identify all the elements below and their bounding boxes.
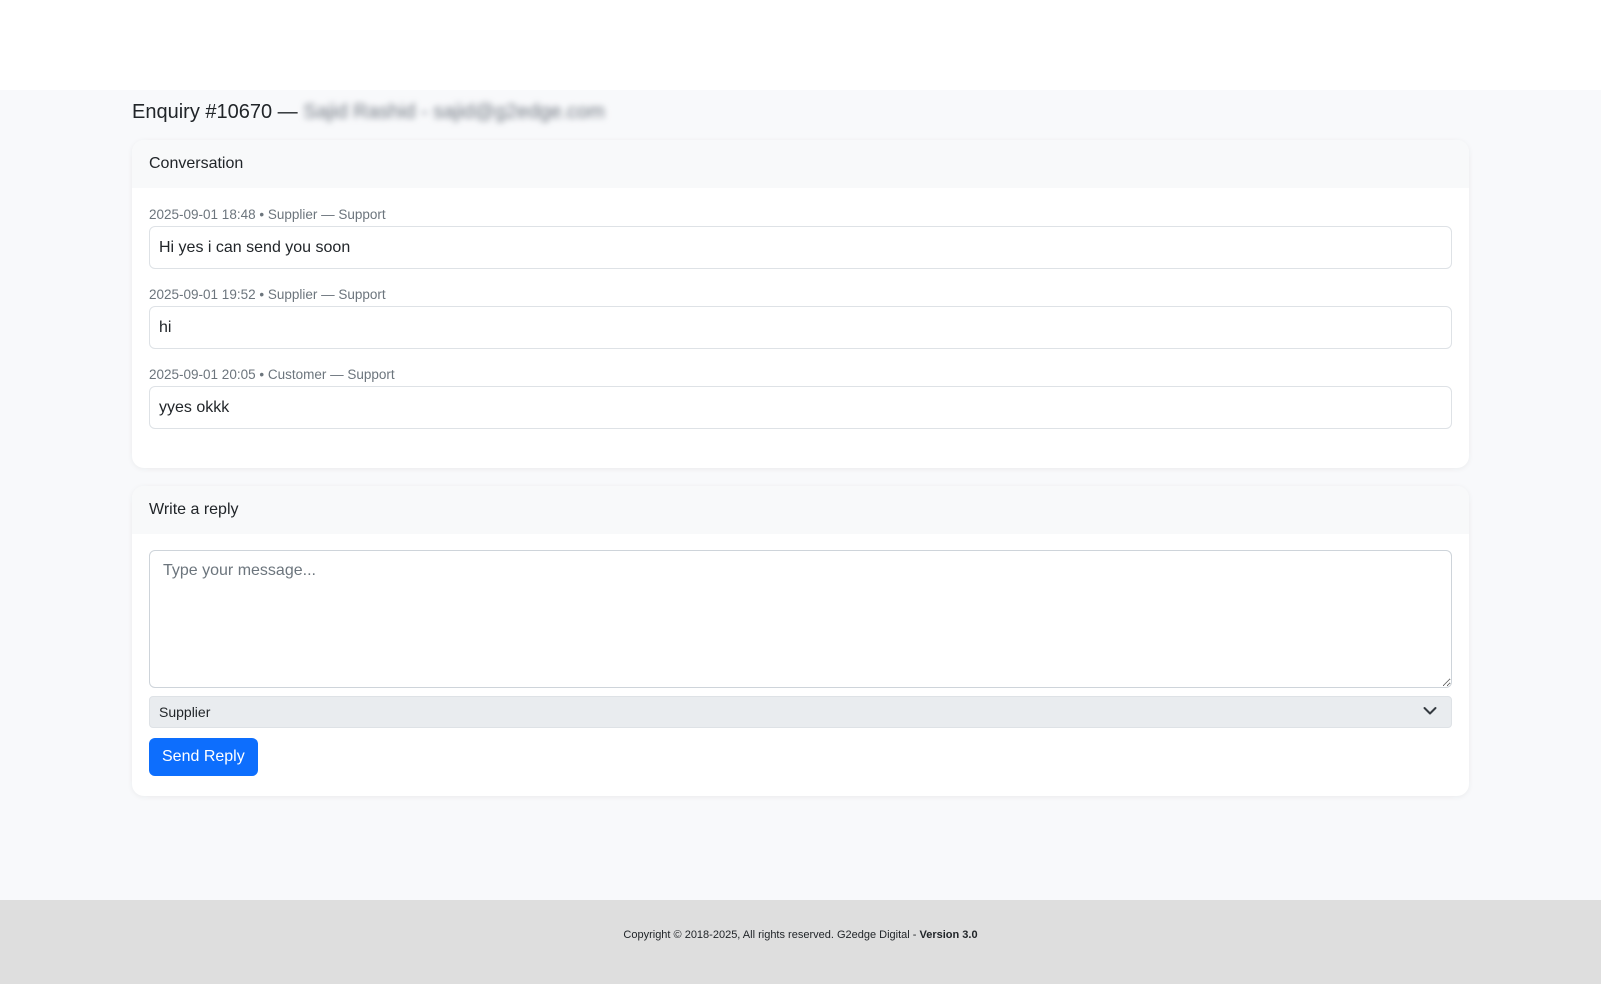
conversation-header: Conversation (132, 140, 1469, 188)
message-body: yyes okkk (149, 386, 1452, 429)
message-meta: 2025-09-01 20:05 • Customer — Support (149, 367, 395, 382)
message-item: 2025-09-01 19:52 • Supplier — Support hi (149, 286, 1452, 349)
sender-role-select[interactable]: Supplier (149, 696, 1452, 728)
page-title-text: Enquiry #10670 — (132, 101, 304, 123)
message-textarea[interactable] (149, 550, 1452, 688)
message-list: 2025-09-01 18:48 • Supplier — Support Hi… (132, 188, 1469, 429)
redacted-contact: Sajid Rashid - sajid@g2edge.com (303, 101, 605, 123)
page-title: Enquiry #10670 — Sajid Rashid - sajid@g2… (132, 98, 1469, 126)
sender-role-value: Supplier (159, 704, 211, 720)
message-meta: 2025-09-01 19:52 • Supplier — Support (149, 287, 386, 302)
reply-form: Supplier Send Reply (132, 534, 1469, 776)
message-item: 2025-09-01 20:05 • Customer — Support yy… (149, 366, 1452, 429)
conversation-card: Conversation 2025-09-01 18:48 • Supplier… (132, 140, 1469, 468)
footer-copyright: Copyright © 2018-2025, All rights reserv… (623, 929, 920, 941)
message-body: hi (149, 306, 1452, 349)
reply-card: Write a reply Supplier Send Reply (132, 486, 1469, 796)
footer: Copyright © 2018-2025, All rights reserv… (0, 900, 1601, 984)
message-body: Hi yes i can send you soon (149, 226, 1452, 269)
message-item: 2025-09-01 18:48 • Supplier — Support Hi… (149, 206, 1452, 269)
message-meta: 2025-09-01 18:48 • Supplier — Support (149, 207, 386, 222)
main-content: Enquiry #10670 — Sajid Rashid - sajid@g2… (132, 90, 1469, 796)
footer-version: Version 3.0 (919, 929, 978, 941)
chevron-down-icon (1423, 707, 1437, 715)
reply-header: Write a reply (132, 486, 1469, 534)
top-bar (0, 0, 1601, 90)
send-reply-button[interactable]: Send Reply (149, 738, 258, 776)
